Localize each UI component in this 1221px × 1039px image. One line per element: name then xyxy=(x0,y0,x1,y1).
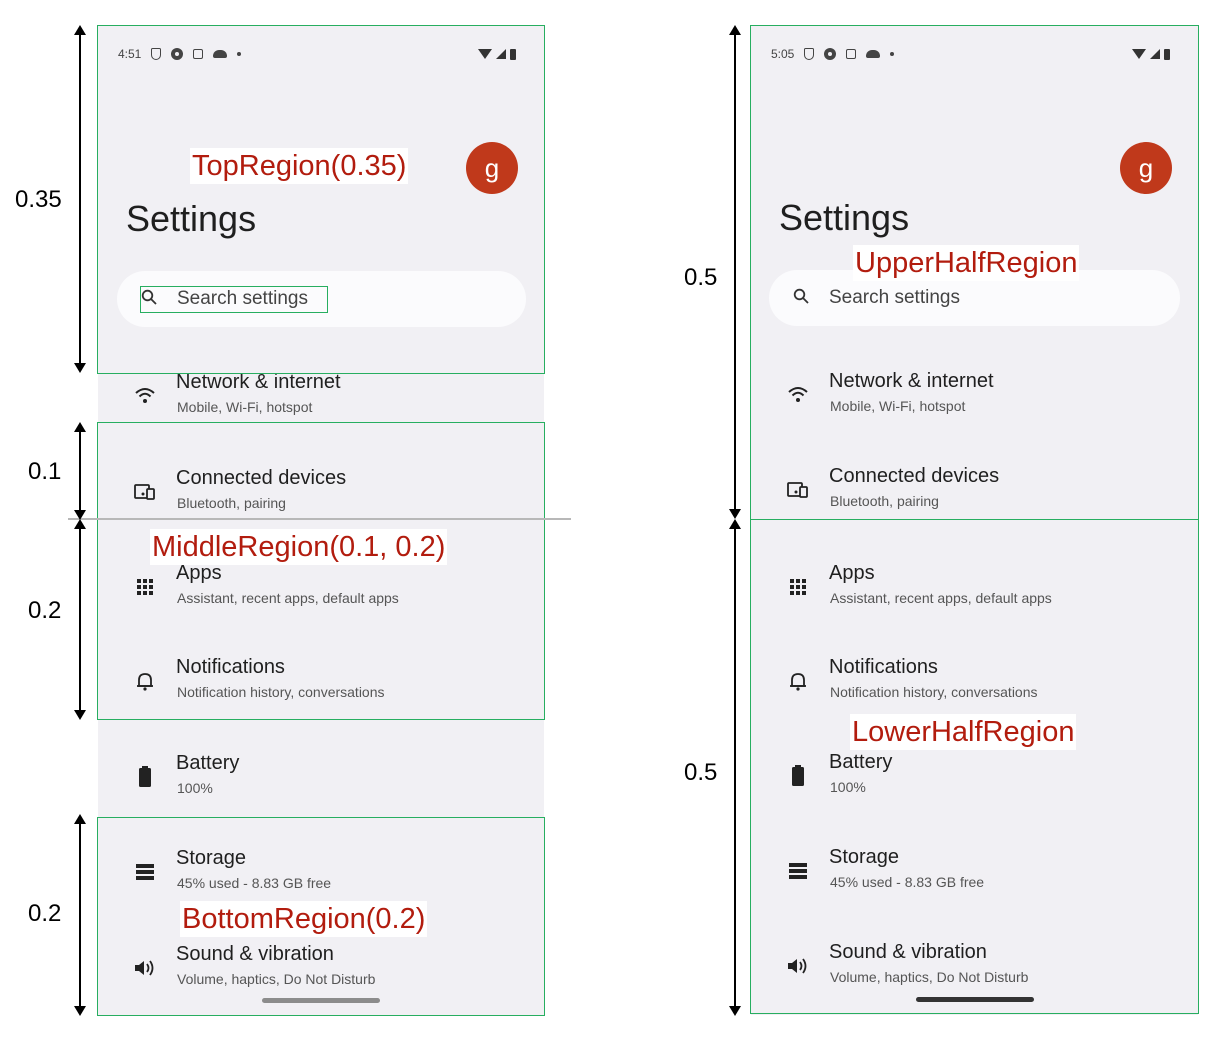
settings-item-label: Battery xyxy=(176,752,240,774)
settings-item-summary: Mobile, Wi-Fi, hotspot xyxy=(177,399,313,415)
middle-region-second-fraction: 0.2 xyxy=(28,597,62,624)
middle-region-first-fraction: 0.1 xyxy=(28,458,62,485)
upper-half-region-label: UpperHalfRegion xyxy=(853,245,1080,281)
wifi-icon xyxy=(134,385,156,407)
middle-region-first-arrow xyxy=(74,422,86,520)
top-region-height-arrow xyxy=(74,25,86,373)
lower-half-region-box xyxy=(750,519,1199,1014)
middle-region-box xyxy=(97,422,545,720)
upper-half-fraction: 0.5 xyxy=(684,264,718,291)
middle-region-label: MiddleRegion(0.1, 0.2) xyxy=(150,529,448,565)
upper-half-height-arrow xyxy=(729,25,741,519)
top-region-box xyxy=(97,25,545,374)
lower-half-fraction: 0.5 xyxy=(684,759,718,786)
top-region-label: TopRegion(0.35) xyxy=(190,148,409,184)
middle-region-second-arrow xyxy=(74,519,86,720)
battery-icon xyxy=(134,766,156,788)
bottom-region-height-arrow xyxy=(74,814,86,1016)
middle-region-split-line xyxy=(68,518,571,520)
bottom-region-fraction: 0.2 xyxy=(28,900,62,927)
settings-item-label: Network & internet xyxy=(176,371,341,393)
lower-half-region-label: LowerHalfRegion xyxy=(850,714,1077,750)
settings-item-summary: 100% xyxy=(177,780,213,796)
bottom-region-label: BottomRegion(0.2) xyxy=(180,901,428,937)
settings-item-battery[interactable]: Battery 100% xyxy=(98,752,544,812)
lower-half-height-arrow xyxy=(729,519,741,1016)
top-region-fraction: 0.35 xyxy=(15,186,62,213)
search-text-highlight-box xyxy=(140,286,328,313)
